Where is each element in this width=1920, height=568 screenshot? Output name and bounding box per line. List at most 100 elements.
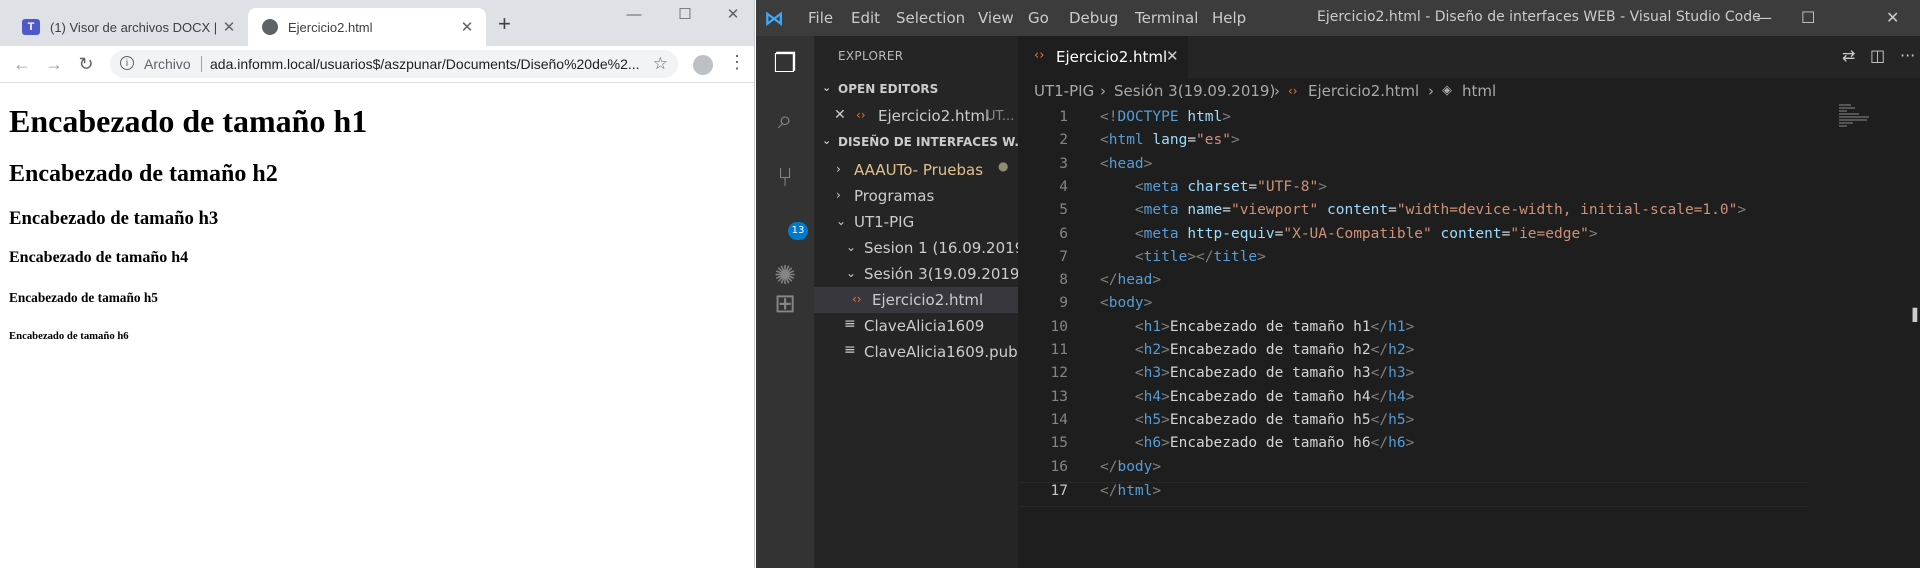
close-tab-icon[interactable]: ✕: [458, 18, 476, 36]
code-line[interactable]: 2 <html lang="es">: [1018, 132, 1808, 155]
chevron-down-icon: ⌄: [822, 134, 832, 147]
tree-item-programas[interactable]: › Programas: [814, 183, 1018, 209]
menu-go[interactable]: Go: [1028, 9, 1049, 27]
code-text: <h6>Encabezado de tamaño h6</h6>: [1134, 435, 1415, 452]
code-text: <!DOCTYPE html>: [1100, 109, 1231, 125]
code-line[interactable]: 5 <meta name="viewport" content="width=d…: [1018, 202, 1808, 225]
browser-tab-ejercicio2[interactable]: Ejercicio2.html ✕: [248, 8, 486, 46]
code-line[interactable]: 12 <h3>Encabezado de tamaño h3</h3>: [1018, 365, 1808, 388]
code-line[interactable]: 4 <meta charset="UTF-8">: [1018, 179, 1808, 202]
line-number: 9: [1059, 295, 1068, 312]
code-line[interactable]: 6 <meta http-equiv="X-UA-Compatible" con…: [1018, 226, 1808, 249]
text-file-icon: ≡: [844, 342, 856, 358]
tree-item-sesion-3[interactable]: ⌄ Sesión 3(19.09.2019): [814, 261, 1018, 287]
breadcrumb-item[interactable]: Ejercicio2.html: [1308, 82, 1419, 100]
search-icon[interactable]: ⌕: [771, 106, 799, 134]
minimap[interactable]: [1839, 104, 1879, 134]
breadcrumb: UT1-PIG › Sesión 3(19.09.2019) › ‹› Ejer…: [1018, 78, 1920, 104]
code-line[interactable]: 7 <title></title>: [1018, 249, 1808, 272]
explorer-sidebar: EXPLORER ⌄ OPEN EDITORS ✕ ‹› Ejercicio2.…: [814, 36, 1018, 568]
heading-h1: Encabezado de tamaño h1: [9, 103, 368, 139]
back-button[interactable]: ←: [10, 52, 34, 76]
code-line[interactable]: 15 <h6>Encabezado de tamaño h6</h6>: [1018, 435, 1808, 458]
menu-terminal[interactable]: Terminal: [1135, 9, 1198, 27]
maximize-button[interactable]: ☐: [1801, 8, 1815, 27]
line-number: 13: [1050, 388, 1068, 405]
html-file-icon: ‹›: [1034, 48, 1045, 63]
reload-button[interactable]: ↻: [74, 52, 98, 76]
chevron-right-icon: ›: [836, 162, 841, 176]
split-editor-icon[interactable]: ◫: [1870, 46, 1885, 65]
info-icon[interactable]: i: [120, 56, 134, 70]
explorer-files-icon[interactable]: ❐: [771, 50, 799, 78]
compare-changes-icon[interactable]: ⇄: [1842, 46, 1855, 65]
line-number: 3: [1059, 155, 1068, 172]
open-editor-item[interactable]: ✕ ‹› Ejercicio2.html UT...: [814, 103, 1018, 129]
code-line[interactable]: 16 </body>: [1018, 459, 1808, 482]
workspace-section[interactable]: ⌄ DISEÑO DE INTERFACES W...: [814, 132, 1018, 154]
close-icon[interactable]: ✕: [834, 107, 846, 123]
breadcrumb-item[interactable]: Sesión 3(19.09.2019): [1114, 82, 1275, 100]
editor-tab-ejercicio2[interactable]: ‹› Ejercicio2.html ✕: [1018, 36, 1188, 78]
menu-selection[interactable]: Selection: [896, 9, 965, 27]
new-tab-button[interactable]: +: [498, 12, 511, 36]
line-number: 5: [1059, 202, 1068, 219]
code-line[interactable]: 13 <h4>Encabezado de tamaño h4</h4>: [1018, 389, 1808, 412]
minimize-button[interactable]: —: [1756, 8, 1772, 27]
editor-tab-label: Ejercicio2.html: [1056, 48, 1168, 66]
menu-help[interactable]: Help: [1212, 9, 1246, 27]
page-content: Encabezado de tamaño h1 Encabezado de ta…: [0, 83, 754, 568]
code-text: <h1>Encabezado de tamaño h1</h1>: [1134, 318, 1415, 335]
line-number: 11: [1050, 342, 1068, 358]
tree-item-ut1-pig[interactable]: ⌄ UT1-PIG: [814, 209, 1018, 235]
menu-edit[interactable]: Edit: [851, 9, 880, 27]
scrollbar[interactable]: ▐: [1908, 308, 1918, 322]
scm-badge: 13: [788, 222, 808, 240]
chevron-right-icon: ›: [836, 188, 841, 202]
address-bar[interactable]: i Archivo ada.infomm.local/usuarios$/asz…: [110, 50, 678, 78]
heading-h5: Encabezado de tamaño h5: [9, 290, 158, 305]
line-number: 17: [1050, 482, 1068, 499]
minimize-button[interactable]: —: [614, 2, 654, 28]
profile-avatar[interactable]: [693, 55, 713, 75]
code-line[interactable]: 11 <h2>Encabezado de tamaño h2</h2>: [1018, 342, 1808, 365]
tree-item-aaauto-pruebas[interactable]: › AAAUTo- Pruebas ●: [814, 157, 1018, 183]
more-actions-icon[interactable]: ···: [1900, 46, 1915, 65]
code-line[interactable]: 1 <!DOCTYPE html>: [1018, 109, 1808, 132]
code-line[interactable]: 3 <head>: [1018, 156, 1808, 179]
chevron-down-icon: ⌄: [846, 266, 857, 280]
close-tab-icon[interactable]: ✕: [1166, 47, 1179, 65]
text-file-icon: ≡: [844, 316, 856, 332]
forward-button[interactable]: →: [42, 52, 66, 76]
breadcrumb-item[interactable]: html: [1462, 82, 1496, 100]
code-text: <meta charset="UTF-8">: [1134, 178, 1327, 195]
browser-tab-docx-viewer[interactable]: T (1) Visor de archivos DOCX | Mic ✕: [8, 8, 248, 46]
code-line[interactable]: 17 </html>: [1018, 481, 1808, 507]
code-line[interactable]: 8 </head>: [1018, 272, 1808, 295]
tree-item-ejercicio2[interactable]: ‹› Ejercicio2.html: [814, 287, 1018, 313]
close-window-button[interactable]: ✕: [713, 2, 753, 28]
code-line[interactable]: 10 <h1>Encabezado de tamaño h1</h1>: [1018, 319, 1808, 342]
extensions-icon[interactable]: ⊞: [771, 290, 799, 318]
tree-item-clavealicia1609-pub[interactable]: ≡ ClaveAlicia1609.pub: [814, 339, 1018, 365]
code-line[interactable]: 9 <body>: [1018, 295, 1808, 318]
close-window-button[interactable]: ✕: [1886, 8, 1899, 27]
debug-icon[interactable]: ✺: [771, 262, 799, 290]
menu-kebab-icon[interactable]: ⋮: [728, 52, 746, 73]
tree-item-clavealicia1609[interactable]: ≡ ClaveAlicia1609: [814, 313, 1018, 339]
url-text[interactable]: ada.infomm.local/usuarios$/aszpunar/Docu…: [210, 56, 640, 72]
menu-debug[interactable]: Debug: [1069, 9, 1118, 27]
line-number: 15: [1050, 435, 1068, 452]
code-editor[interactable]: 1 <!DOCTYPE html> 2 <html lang="es"> 3 <head>…: [1018, 104, 1920, 568]
close-tab-icon[interactable]: ✕: [220, 18, 238, 36]
code-line[interactable]: 14 <h5>Encabezado de tamaño h5</h5>: [1018, 412, 1808, 435]
line-number: 8: [1059, 272, 1068, 289]
bookmark-star-icon[interactable]: ☆: [653, 54, 668, 74]
breadcrumb-item[interactable]: UT1-PIG: [1034, 82, 1094, 100]
source-control-icon[interactable]: ⑂: [771, 164, 799, 192]
tree-item-sesion-1[interactable]: ⌄ Sesion 1 (16.09.2019): [814, 235, 1018, 261]
menu-view[interactable]: View: [978, 9, 1014, 27]
maximize-button[interactable]: ☐: [665, 2, 705, 28]
open-editors-section[interactable]: ⌄ OPEN EDITORS: [814, 79, 1018, 101]
menu-file[interactable]: File: [808, 9, 833, 27]
